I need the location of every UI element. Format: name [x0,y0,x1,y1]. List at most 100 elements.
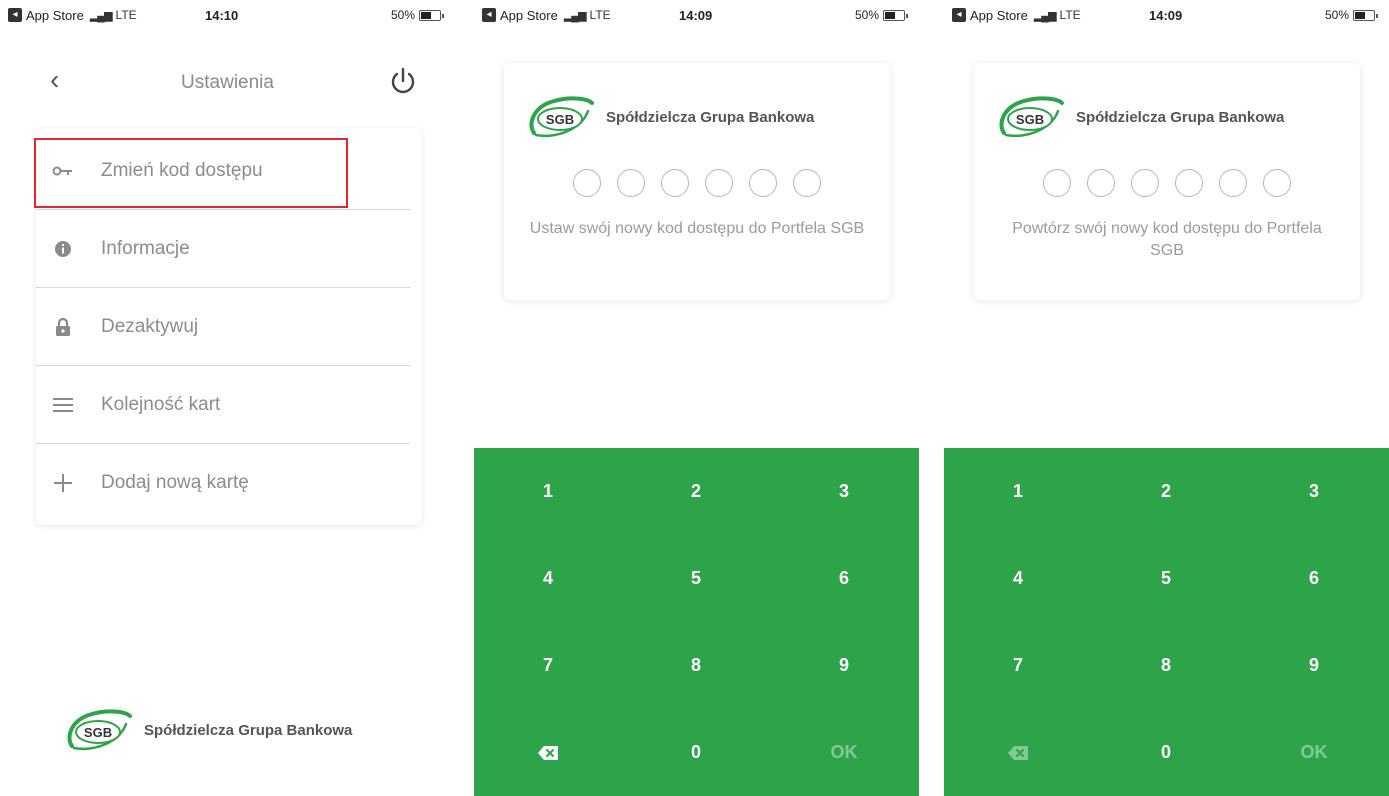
info-icon [52,238,74,260]
logo-text: SGB [84,725,112,740]
battery-icon [419,9,444,21]
bank-name: Spółdzielcza Grupa Bankowa [144,721,353,739]
network-label: LTE [589,8,611,22]
status-bar: ◂ App Store ▂▄▆ LTE 14:09 50% [944,0,1389,30]
sgb-logo: SGB [67,709,132,751]
menu-item-info[interactable]: Informacje [36,210,422,288]
status-bar: ◂ App Store ▂▄▆ LTE 14:09 50% [474,0,919,30]
app-store-back[interactable]: ◂ App Store [482,8,558,23]
pin-dot [573,169,601,197]
menu-item-add-card[interactable]: Dodaj nową kartę [36,444,422,522]
card-brand: SGB Spółdzielcza Grupa Bankowa [996,95,1284,139]
key-9[interactable]: 9 [1240,622,1388,709]
sgb-logo: SGB [999,96,1064,138]
menu-item-label: Informacje [101,238,190,259]
key-1[interactable]: 1 [474,448,622,535]
carrier-label: App Store [500,7,558,23]
backspace-icon [1008,745,1028,760]
key-7[interactable]: 7 [944,622,1092,709]
pin-dot [1087,169,1115,197]
numeric-keypad: 1 2 3 4 5 6 7 8 9 0 OK [944,448,1389,796]
back-arrow-icon: ◂ [952,8,966,22]
pin-dot [617,169,645,197]
code-entry-card: SGB Spółdzielcza Grupa Bankowa Powtórz s… [974,63,1360,300]
pin-dot [1219,169,1247,197]
sgb-logo: SGB [529,96,594,138]
set-code-screen: ◂ App Store ▂▄▆ LTE 14:09 50% SGB Spółdz… [474,0,919,796]
key-2[interactable]: 2 [622,448,770,535]
ok-key[interactable]: OK [1240,709,1388,796]
repeat-code-screen: ◂ App Store ▂▄▆ LTE 14:09 50% SGB Spółdz… [944,0,1389,796]
battery-status: 50% [390,8,444,22]
battery-percent: 50% [1324,8,1349,22]
key-6[interactable]: 6 [1240,535,1388,622]
signal-icon: ▂▄▆ [1033,9,1057,22]
key-1[interactable]: 1 [944,448,1092,535]
signal-icon: ▂▄▆ [563,9,587,22]
pin-dot [661,169,689,197]
clock: 14:10 [205,7,239,23]
page-title: Ustawienia [181,72,274,93]
pin-dot [1043,169,1071,197]
numeric-keypad: 1 2 3 4 5 6 7 8 9 0 OK [474,448,919,796]
footer-brand: SGB Spółdzielcza Grupa Bankowa [64,708,352,752]
menu-item-deactivate[interactable]: Dezaktywuj [36,288,422,366]
network-label: LTE [115,8,137,22]
app-store-back[interactable]: ◂ App Store [8,8,84,23]
settings-screen: ◂ App Store ▂▄▆ LTE 14:10 50% ‹ Ustawien… [0,0,455,796]
key-6[interactable]: 6 [770,535,918,622]
back-arrow-icon: ◂ [482,8,496,22]
code-entry-card: SGB Spółdzielcza Grupa Bankowa Ustaw swó… [504,63,890,300]
power-icon[interactable] [388,66,418,96]
menu-lines-icon [52,394,74,416]
pin-indicators [504,169,890,197]
highlight-box [34,138,348,208]
delete-key[interactable] [944,709,1092,796]
back-arrow-icon: ◂ [8,8,22,22]
battery-status: 50% [854,8,908,22]
key-0[interactable]: 0 [622,709,770,796]
delete-key[interactable] [474,709,622,796]
carrier-label: App Store [26,7,84,23]
logo-text: SGB [546,112,574,127]
key-8[interactable]: 8 [1092,622,1240,709]
card-brand: SGB Spółdzielcza Grupa Bankowa [526,95,814,139]
ok-key[interactable]: OK [770,709,918,796]
backspace-icon [538,745,558,760]
code-prompt: Powtórz swój nowy kod dostępu do Portfel… [1012,220,1322,259]
key-4[interactable]: 4 [474,535,622,622]
key-3[interactable]: 3 [770,448,918,535]
bank-name: Spółdzielcza Grupa Bankowa [1076,108,1285,126]
battery-icon [883,9,908,21]
signal-icon: ▂▄▆ [89,9,113,22]
battery-percent: 50% [854,8,879,22]
key-9[interactable]: 9 [770,622,918,709]
pin-dot [1263,169,1291,197]
code-prompt: Ustaw swój nowy kod dostępu do Portfela … [529,220,865,237]
menu-item-card-order[interactable]: Kolejność kart [36,366,422,444]
pin-dot [793,169,821,197]
lock-icon [52,316,74,338]
carrier-label: App Store [970,7,1028,23]
pin-dot [749,169,777,197]
battery-percent: 50% [390,8,415,22]
clock: 14:09 [1149,7,1183,23]
key-5[interactable]: 5 [1092,535,1240,622]
key-2[interactable]: 2 [1092,448,1240,535]
network-label: LTE [1059,8,1081,22]
nav-bar: ‹ Ustawienia [0,60,455,100]
bank-name: Spółdzielcza Grupa Bankowa [606,108,815,126]
key-0[interactable]: 0 [1092,709,1240,796]
pin-indicators [974,169,1360,197]
plus-icon [52,472,74,494]
menu-item-label: Dezaktywuj [101,316,199,337]
key-8[interactable]: 8 [622,622,770,709]
logo-text: SGB [1016,112,1044,127]
key-5[interactable]: 5 [622,535,770,622]
key-3[interactable]: 3 [1240,448,1388,535]
app-store-back[interactable]: ◂ App Store [952,8,1028,23]
pin-dot [1175,169,1203,197]
key-7[interactable]: 7 [474,622,622,709]
key-4[interactable]: 4 [944,535,1092,622]
battery-status: 50% [1324,8,1378,22]
